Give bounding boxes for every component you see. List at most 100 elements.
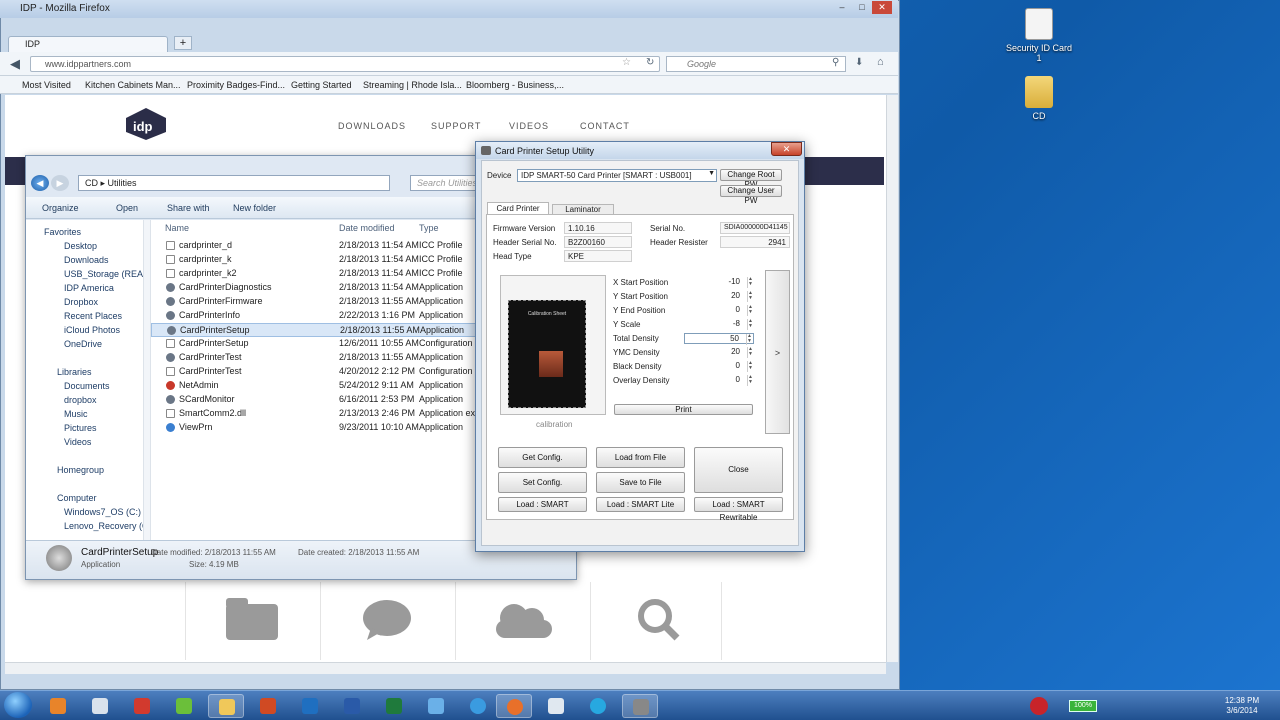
battery-indicator[interactable]: 100% <box>1069 700 1097 712</box>
overlay-density-stepper[interactable]: 0 ▲ ▼ <box>684 375 754 386</box>
bookmark-kitchen-cabinets[interactable]: Kitchen Cabinets Man... <box>85 80 181 90</box>
browser-tab[interactable]: IDP <box>8 36 168 52</box>
forward-arrow-icon[interactable]: ▶ <box>51 175 69 191</box>
system-clock[interactable]: 12:38 PM 3/6/2014 <box>1222 696 1262 716</box>
taskbar-powerpoint[interactable] <box>250 694 286 718</box>
nav-favorites[interactable]: Favorites <box>44 227 81 237</box>
nav-lenovo-recovery[interactable]: Lenovo_Recovery (Q:) <box>64 521 155 531</box>
stepper-arrows-icon[interactable]: ▲ ▼ <box>747 277 753 288</box>
bookmark-proximity-badges[interactable]: Proximity Badges-Find... <box>187 80 285 90</box>
next-panel-button[interactable]: > <box>765 270 790 434</box>
load-from-file-button[interactable]: Load from File <box>596 447 685 468</box>
search-icon[interactable]: ⚲ <box>832 57 839 68</box>
stepper-arrows-icon[interactable]: ▲ ▼ <box>747 319 753 330</box>
taskbar-internet-explorer[interactable] <box>460 694 496 718</box>
file-row[interactable]: cardprinter_k2 2/18/2013 11:54 AM ICC Prof… <box>151 267 481 281</box>
open-button[interactable]: Open <box>116 203 138 213</box>
stepper-arrows-icon[interactable]: ▲ ▼ <box>747 291 753 302</box>
taskbar-card-printer-setup[interactable] <box>622 694 658 718</box>
nav-recent-places[interactable]: Recent Places <box>64 311 122 321</box>
taskbar-skype[interactable] <box>580 694 616 718</box>
breadcrumb-utilities[interactable]: Utilities <box>108 178 137 188</box>
taskbar-mail[interactable] <box>538 694 574 718</box>
nav-dropbox[interactable]: Dropbox <box>64 297 98 307</box>
bookmark-getting-started[interactable]: Getting Started <box>291 80 352 90</box>
nav-libraries[interactable]: Libraries <box>57 367 92 377</box>
load-smart-lite-button[interactable]: Load : SMART Lite <box>596 497 685 512</box>
vertical-scrollbar[interactable] <box>886 95 898 662</box>
taskbar-word[interactable] <box>334 694 370 718</box>
column-header-name[interactable]: Name <box>165 223 189 233</box>
download-icon[interactable]: ⬇ <box>855 57 863 68</box>
close-button[interactable]: Close <box>694 447 783 493</box>
cloud-icon[interactable] <box>455 582 587 660</box>
nav-computer[interactable]: Computer <box>57 493 97 503</box>
file-row[interactable]: CardPrinterDiagnostics 2/18/2013 11:54 AM… <box>151 281 481 295</box>
file-row[interactable]: cardprinter_d 2/18/2013 11:54 AM ICC Profi… <box>151 239 481 253</box>
file-row[interactable]: ViewPrn 9/23/2011 10:10 AM Application <box>151 421 481 435</box>
share-with-button[interactable]: Share with <box>167 203 210 213</box>
folder-icon[interactable] <box>185 582 317 660</box>
magnifier-icon[interactable] <box>590 582 722 660</box>
home-icon[interactable]: ⌂ <box>877 56 884 68</box>
tray-app-icon[interactable] <box>1030 697 1048 715</box>
file-row-selected[interactable]: CardPrinterSetup 2/18/2013 11:55 AM Applic… <box>151 323 481 337</box>
url-bar[interactable]: www.idppartners.com <box>30 56 660 72</box>
idp-logo[interactable]: idp <box>124 106 168 142</box>
site-nav-videos[interactable]: VIDEOS <box>509 121 549 131</box>
taskbar-excel[interactable] <box>376 694 412 718</box>
nav-pictures[interactable]: Pictures <box>64 423 97 433</box>
back-arrow-icon[interactable]: ◀ <box>10 56 20 72</box>
nav-dropbox-library[interactable]: dropbox <box>64 395 97 405</box>
change-root-pw-button[interactable]: Change Root PW <box>720 169 782 189</box>
file-row[interactable]: CardPrinterInfo 2/22/2013 1:16 PM Applicat… <box>151 309 481 323</box>
utility-close-button[interactable]: ✕ <box>771 142 802 156</box>
close-button[interactable]: ✕ <box>872 1 892 14</box>
new-folder-button[interactable]: New folder <box>233 203 276 213</box>
load-smart-button[interactable]: Load : SMART <box>498 497 587 512</box>
total-density-stepper[interactable]: 50 ▲ ▼ <box>684 333 754 345</box>
nav-music[interactable]: Music <box>64 409 88 419</box>
bookmark-bloomberg[interactable]: Bloomberg - Business,... <box>466 80 564 90</box>
taskbar-app[interactable] <box>166 694 202 718</box>
file-row[interactable]: CardPrinterTest 2/18/2013 11:55 AM Applica… <box>151 351 481 365</box>
file-row[interactable]: SmartComm2.dll 2/13/2013 2:46 PM Applicati… <box>151 407 483 421</box>
black-density-stepper[interactable]: 0 ▲ ▼ <box>684 361 754 372</box>
breadcrumb-cd[interactable]: CD <box>85 178 98 188</box>
column-header-type[interactable]: Type <box>419 223 439 233</box>
taskbar-media-player[interactable] <box>40 694 76 718</box>
site-nav-contact[interactable]: CONTACT <box>580 121 630 131</box>
back-arrow-icon[interactable]: ◀ <box>31 175 49 191</box>
maximize-button[interactable]: □ <box>852 1 872 14</box>
search-bar[interactable]: Google <box>666 56 846 72</box>
ymc-density-stepper[interactable]: 20 ▲ ▼ <box>684 347 754 358</box>
horizontal-scrollbar[interactable] <box>5 662 886 674</box>
bookmark-star-icon[interactable]: ☆ <box>622 57 631 68</box>
nav-documents[interactable]: Documents <box>64 381 110 391</box>
file-row[interactable]: CardPrinterSetup 12/6/2011 10:55 AM Config… <box>151 337 481 351</box>
taskbar-app[interactable] <box>418 694 454 718</box>
file-row[interactable]: NetAdmin 5/24/2012 9:11 AM Application <box>151 379 481 393</box>
desktop-icon-cd[interactable]: CD <box>1004 76 1074 121</box>
nav-onedrive[interactable]: OneDrive <box>64 339 102 349</box>
start-button[interactable] <box>4 692 32 718</box>
taskbar-firefox[interactable] <box>496 694 532 718</box>
stepper-arrows-icon[interactable]: ▲ ▼ <box>747 375 753 386</box>
y-end-position-stepper[interactable]: 0 ▲ ▼ <box>684 305 754 316</box>
device-select[interactable]: IDP SMART-50 Card Printer [SMART : USB00… <box>517 169 717 182</box>
get-config-button[interactable]: Get Config. <box>498 447 587 468</box>
file-row[interactable]: cardprinter_k 2/18/2013 11:54 AM ICC Profi… <box>151 253 481 267</box>
load-smart-rewritable-button[interactable]: Load : SMART Rewritable <box>694 497 783 522</box>
nav-homegroup[interactable]: Homegroup <box>57 465 104 475</box>
site-nav-support[interactable]: SUPPORT <box>431 121 481 131</box>
stepper-arrows-icon[interactable]: ▲ ▼ <box>747 305 753 316</box>
desktop-icon-security-id-card[interactable]: Security ID Card 1 <box>1004 8 1074 63</box>
set-config-button[interactable]: Set Config. <box>498 472 587 493</box>
stepper-arrows-icon[interactable]: ▲ ▼ <box>747 347 753 358</box>
file-row[interactable]: CardPrinterTest 4/20/2012 2:12 PM Configur… <box>151 365 481 379</box>
file-row[interactable]: SCardMonitor 6/16/2011 2:53 PM Application <box>151 393 481 407</box>
taskbar-outlook[interactable] <box>292 694 328 718</box>
nav-icloud-photos[interactable]: iCloud Photos <box>64 325 120 335</box>
stepper-arrows-icon[interactable]: ▲ ▼ <box>746 334 752 345</box>
taskbar-app[interactable] <box>82 694 118 718</box>
